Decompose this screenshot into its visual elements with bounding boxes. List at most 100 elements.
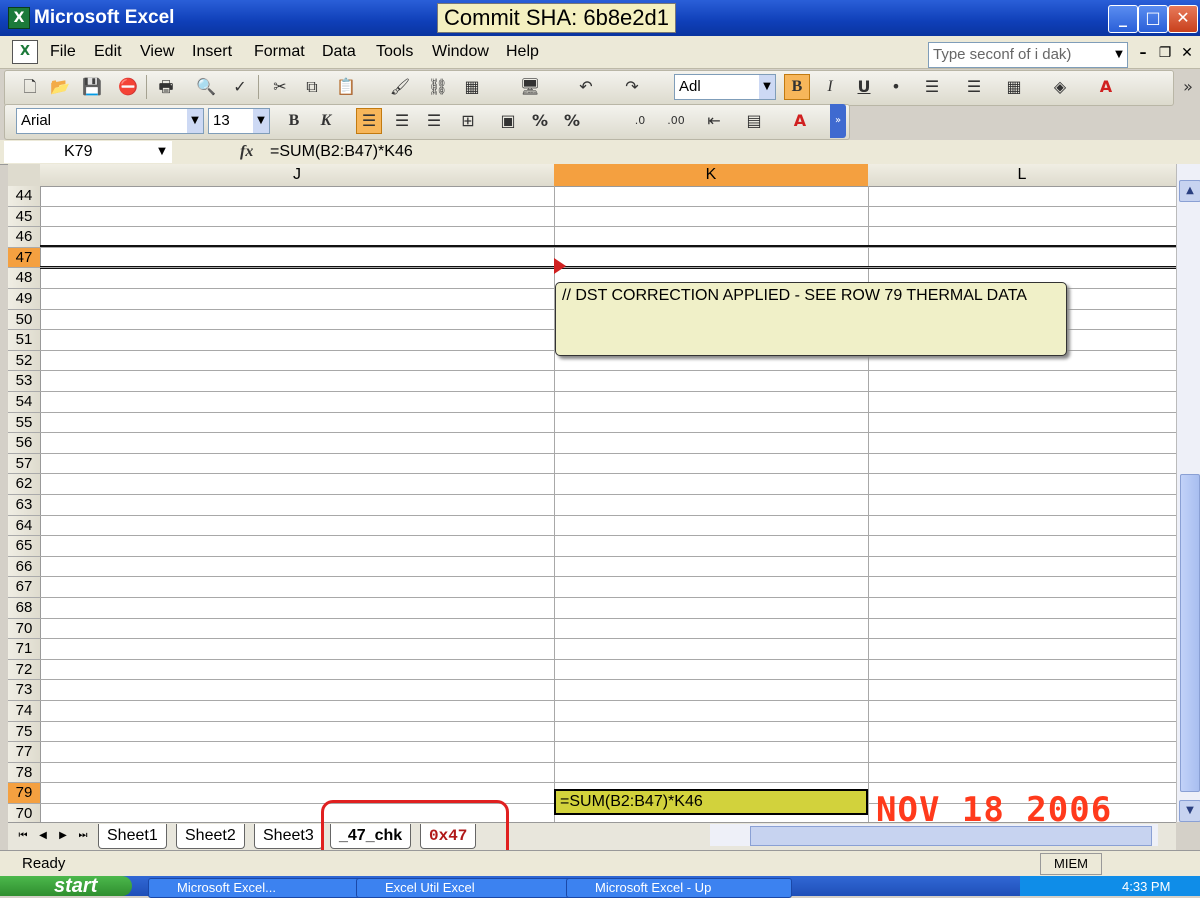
minimize-button[interactable]: _ <box>1108 5 1138 33</box>
last-sheet-icon[interactable]: ⏭ <box>76 826 90 846</box>
highlight-icon[interactable]: ▤ <box>742 109 766 133</box>
row-header-56[interactable]: 56 <box>8 433 40 454</box>
new-icon[interactable]: 🗋 <box>18 75 42 99</box>
insert-function-icon[interactable]: fx <box>240 142 253 162</box>
menu-file[interactable]: File <box>50 41 76 63</box>
chevron-down-icon[interactable]: ▼ <box>1111 43 1127 67</box>
row-header-70[interactable]: 70 <box>8 804 40 822</box>
underline-icon[interactable]: U <box>852 75 876 99</box>
align-left-icon[interactable]: ☰ <box>356 108 382 134</box>
spelling-icon[interactable]: ✓ <box>228 75 252 99</box>
taskbar-item[interactable]: Excel Util Excel <box>356 878 582 898</box>
print-preview-icon[interactable]: 🔍 <box>194 75 218 99</box>
research-icon[interactable]: 🖥 <box>518 75 542 99</box>
borders-icon[interactable]: ▦ <box>1002 75 1026 99</box>
vertical-scrollbar[interactable]: ▲ ▼ <box>1176 164 1200 822</box>
sheet-tab-sheet2[interactable]: Sheet2 <box>176 824 245 849</box>
row-header-78[interactable]: 78 <box>8 762 40 784</box>
row-header-68[interactable]: 68 <box>8 598 40 619</box>
row-header-46[interactable]: 46 <box>8 227 40 248</box>
row-header-62[interactable]: 62 <box>8 474 40 495</box>
formula-input[interactable]: =SUM(B2:B47)*K46 <box>270 142 413 162</box>
menu-edit[interactable]: Edit <box>94 41 122 63</box>
undo-icon[interactable]: ↶ <box>574 75 598 99</box>
percent-icon[interactable]: % <box>528 109 552 133</box>
taskbar-item[interactable]: Microsoft Excel - Up <box>566 878 792 898</box>
vertical-scroll-thumb[interactable] <box>1180 474 1200 792</box>
row-header-49[interactable]: 49 <box>8 289 40 310</box>
taskbar-item[interactable]: Microsoft Excel... <box>148 878 374 898</box>
row-header-72[interactable]: 72 <box>8 659 40 681</box>
sheet-tab-sheet3[interactable]: Sheet3 <box>254 824 323 849</box>
menu-help[interactable]: Help <box>506 41 539 63</box>
copy-icon[interactable]: ⧉ <box>300 75 324 99</box>
align-center-icon[interactable]: ☰ <box>390 109 414 133</box>
row-header-67[interactable]: 67 <box>8 577 40 598</box>
row-header-65[interactable]: 65 <box>8 536 40 557</box>
row-header-75[interactable]: 75 <box>8 721 40 743</box>
decrease-decimal-icon[interactable]: .00 <box>664 109 688 133</box>
redo-icon[interactable]: ↷ <box>620 75 644 99</box>
style-combo[interactable]: Adl ▼ <box>674 74 776 100</box>
row-header-47[interactable]: 47 <box>8 247 40 269</box>
row-header-73[interactable]: 73 <box>8 680 40 701</box>
toolbar-options-icon[interactable]: » <box>1176 75 1200 99</box>
workbook-icon[interactable]: X <box>12 40 38 64</box>
menu-format[interactable]: Format <box>254 41 305 63</box>
column-header-k[interactable]: K <box>554 164 869 186</box>
row-header-53[interactable]: 53 <box>8 371 40 392</box>
worksheet-grid[interactable]: J K L 44 45 46 47 48 49 50 51 52 53 54 55 56 57 62 63 64… <box>8 164 1176 822</box>
toolbar-overflow-icon[interactable]: » <box>830 104 846 138</box>
sheet-tab-sheet1[interactable]: Sheet1 <box>98 824 167 849</box>
row-header-63[interactable]: 63 <box>8 495 40 516</box>
indent-icon[interactable]: ☰ <box>962 75 986 99</box>
row-header-48[interactable]: 48 <box>8 268 40 289</box>
chevron-down-icon[interactable]: ▼ <box>187 109 203 133</box>
start-button[interactable]: start <box>0 876 132 896</box>
bullet-icon[interactable]: • <box>884 75 908 99</box>
fill-color-icon[interactable]: ◈ <box>1048 75 1072 99</box>
paste-icon[interactable]: 📋 <box>334 75 358 99</box>
bold-icon[interactable]: B <box>282 109 306 133</box>
name-box[interactable]: K79 ▼ <box>4 141 172 163</box>
menu-view[interactable]: View <box>140 41 174 63</box>
close-button[interactable]: ✕ <box>1168 5 1198 33</box>
doc-minimize-icon[interactable]: – <box>1134 44 1152 62</box>
scroll-down-icon[interactable]: ▼ <box>1179 800 1200 822</box>
permission-icon[interactable]: ⛔ <box>116 75 140 99</box>
font-color-icon[interactable]: A <box>788 109 812 133</box>
print-icon[interactable]: 🖶 <box>154 75 178 99</box>
row-header-64[interactable]: 64 <box>8 515 40 537</box>
menu-insert[interactable]: Insert <box>192 41 232 63</box>
comma-style-icon[interactable]: % <box>560 109 584 133</box>
font-color-icon[interactable]: A <box>1094 75 1118 99</box>
active-cell-k79[interactable]: =SUM(B2:B47)*K46 <box>554 789 868 815</box>
column-header-l[interactable]: L <box>868 164 1176 186</box>
row-header-77[interactable]: 77 <box>8 742 40 763</box>
doc-restore-icon[interactable]: ❐ <box>1156 44 1174 62</box>
row-header-54[interactable]: 54 <box>8 392 40 413</box>
prev-sheet-icon[interactable]: ◀ <box>36 826 50 846</box>
row-header-57[interactable]: 57 <box>8 453 40 475</box>
merge-center-icon[interactable]: ⊞ <box>456 109 480 133</box>
column-header-j[interactable]: J <box>40 164 555 186</box>
first-sheet-icon[interactable]: ⏮ <box>16 826 30 846</box>
decrease-indent-icon[interactable]: ⇤ <box>702 109 726 133</box>
row-header-51[interactable]: 51 <box>8 330 40 351</box>
save-icon[interactable]: 💾 <box>80 75 104 99</box>
align-right-icon[interactable]: ☰ <box>422 109 446 133</box>
cut-icon[interactable]: ✂ <box>268 75 292 99</box>
numbering-icon[interactable]: ☰ <box>920 75 944 99</box>
chevron-down-icon[interactable]: ▼ <box>154 143 170 161</box>
ask-question-box[interactable]: Type seconf of i dak) ▼ <box>928 42 1128 68</box>
chevron-down-icon[interactable]: ▼ <box>759 75 775 99</box>
select-all-corner[interactable] <box>8 164 41 186</box>
row-header-44[interactable]: 44 <box>8 186 40 207</box>
row-header-79[interactable]: 79 <box>8 783 40 804</box>
italic-icon[interactable]: I <box>818 75 842 99</box>
chevron-down-icon[interactable]: ▼ <box>253 109 269 133</box>
insert-hyperlink-icon[interactable]: ⛓ <box>426 75 450 99</box>
maximize-button[interactable]: □ <box>1138 5 1168 33</box>
table-icon[interactable]: ▦ <box>460 75 484 99</box>
row-header-70[interactable]: 70 <box>8 618 40 640</box>
